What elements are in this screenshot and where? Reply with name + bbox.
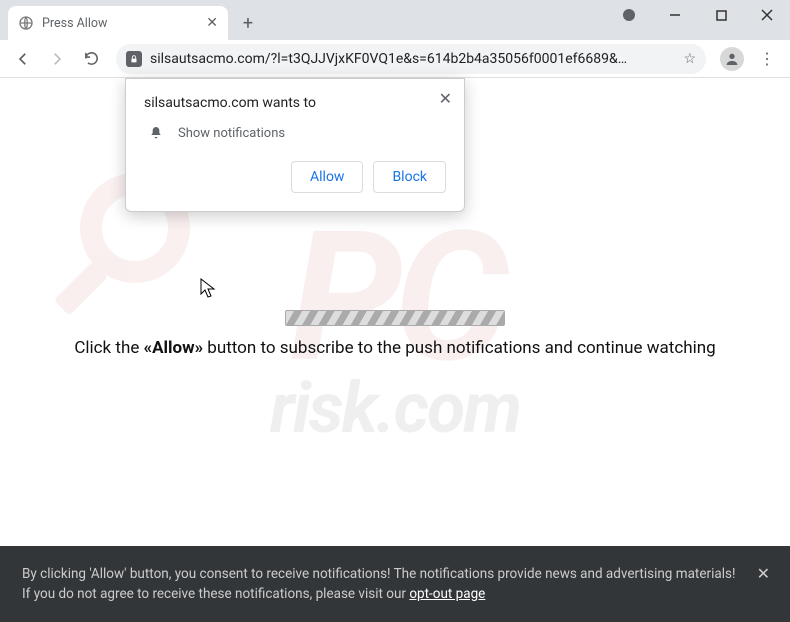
browser-tab[interactable]: Press Allow ✕ xyxy=(8,6,228,40)
browser-menu-button[interactable]: ⋮ xyxy=(752,44,782,74)
address-bar[interactable]: silsautsacmo.com/?l=t3QJJVjxKF0VQ1e&s=61… xyxy=(116,44,706,74)
popup-permission-label: Show notifications xyxy=(178,126,285,141)
consent-text: By clicking 'Allow' button, you consent … xyxy=(22,566,735,602)
watermark-suffix: risk.com xyxy=(270,368,520,450)
bell-icon xyxy=(148,125,164,141)
allow-button[interactable]: Allow xyxy=(291,161,363,193)
incognito-indicator-icon xyxy=(606,0,652,30)
page-viewport: PC risk.com ✕ silsautsacmo.com wants to … xyxy=(0,78,790,622)
instruction-text: Click the «Allow» button to subscribe to… xyxy=(0,338,790,358)
block-button[interactable]: Block xyxy=(373,161,446,193)
window-controls xyxy=(606,0,790,30)
consent-banner: ✕ By clicking 'Allow' button, you consen… xyxy=(0,546,790,622)
forward-button xyxy=(42,44,72,74)
globe-icon xyxy=(18,15,34,31)
window-minimize-button[interactable] xyxy=(652,0,698,30)
back-button[interactable] xyxy=(8,44,38,74)
instruction-pre: Click the xyxy=(74,338,143,358)
reload-button[interactable] xyxy=(76,44,106,74)
fake-progress-bar xyxy=(285,310,505,326)
window-close-button[interactable] xyxy=(744,0,790,30)
window-maximize-button[interactable] xyxy=(698,0,744,30)
url-text: silsautsacmo.com/?l=t3QJJVjxKF0VQ1e&s=61… xyxy=(150,51,675,67)
instruction-post: button to subscribe to the push notifica… xyxy=(203,338,716,358)
bookmark-star-icon[interactable]: ☆ xyxy=(683,51,696,67)
popup-origin-text: silsautsacmo.com wants to xyxy=(144,95,446,111)
tab-close-icon[interactable]: ✕ xyxy=(206,15,218,31)
new-tab-button[interactable]: + xyxy=(234,9,262,37)
lock-icon xyxy=(126,51,142,67)
browser-toolbar: silsautsacmo.com/?l=t3QJJVjxKF0VQ1e&s=61… xyxy=(0,40,790,78)
popup-close-icon[interactable]: ✕ xyxy=(439,89,452,108)
popup-permission-row: Show notifications xyxy=(148,125,446,141)
opt-out-link[interactable]: opt-out page xyxy=(409,586,485,602)
instruction-bold: «Allow» xyxy=(144,338,204,358)
profile-avatar[interactable] xyxy=(720,47,744,71)
mouse-cursor-icon xyxy=(200,278,216,304)
notification-permission-popup: ✕ silsautsacmo.com wants to Show notific… xyxy=(125,78,465,212)
browser-titlebar: Press Allow ✕ + xyxy=(0,0,790,40)
consent-close-icon[interactable]: ✕ xyxy=(757,562,770,586)
tab-title: Press Allow xyxy=(42,16,198,31)
page-content: Click the «Allow» button to subscribe to… xyxy=(0,310,790,358)
